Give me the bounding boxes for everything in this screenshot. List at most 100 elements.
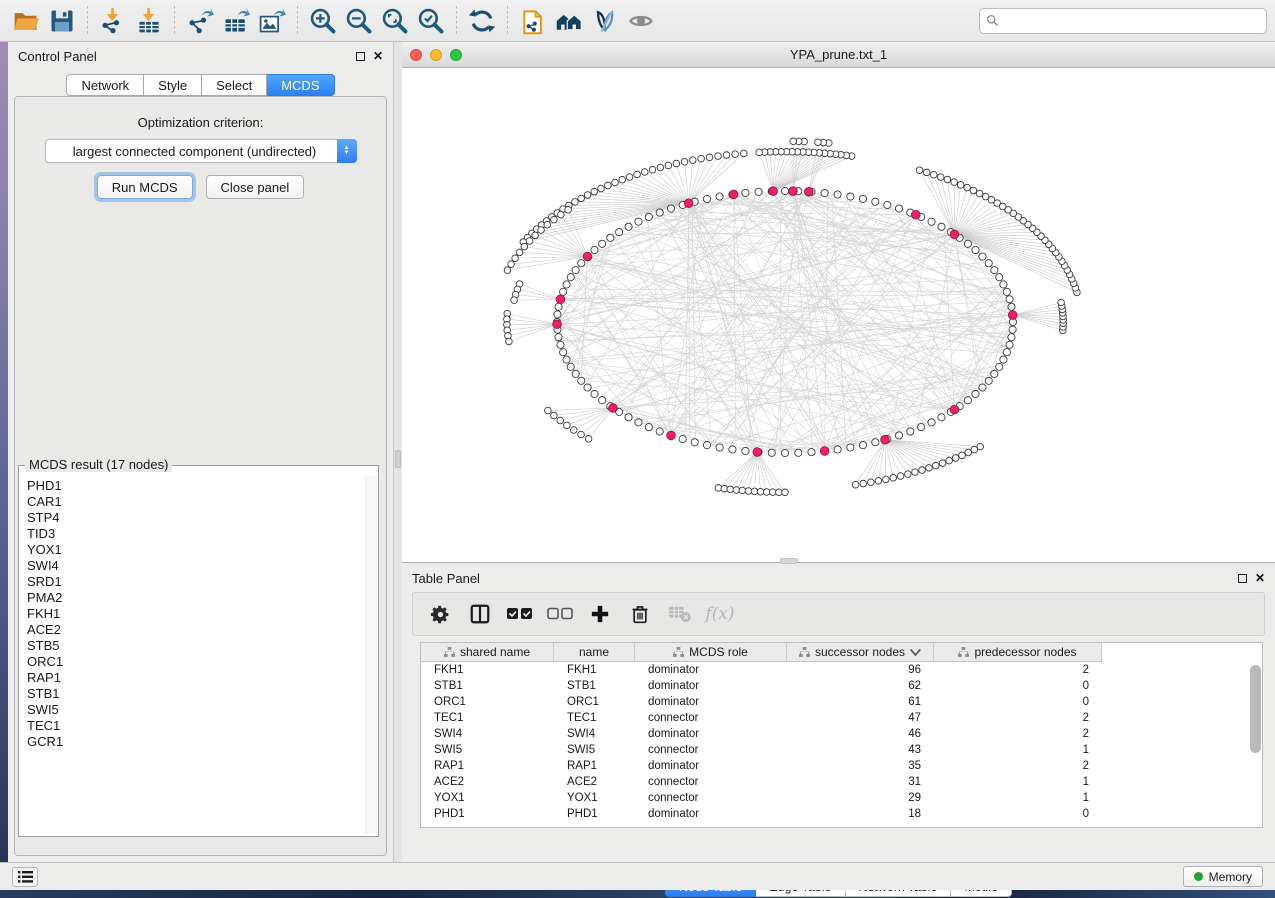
import-network-button[interactable] (95, 4, 131, 38)
houses-icon (555, 7, 583, 35)
export-network-button[interactable] (182, 4, 218, 38)
network-graph[interactable] (402, 68, 1275, 562)
zoom-selected-button[interactable] (413, 4, 449, 38)
tab-mcds[interactable]: MCDS (267, 74, 334, 96)
mcds-result-item[interactable]: YOX1 (27, 542, 364, 558)
show-hide-panels-button[interactable] (623, 4, 659, 38)
table-cell: YOX1 (421, 792, 554, 804)
tab-select[interactable]: Select (202, 74, 267, 96)
close-panel-icon[interactable]: ✕ (373, 50, 383, 62)
mcds-list-scrollbar[interactable] (365, 476, 377, 834)
home-button[interactable] (551, 4, 587, 38)
table-row[interactable]: ORC1ORC1dominator610 (421, 694, 1249, 710)
column-header-successor-nodes[interactable]: successor nodes (787, 643, 934, 662)
table-cell: 0 (934, 808, 1102, 820)
save-session-button[interactable] (44, 4, 80, 38)
mcds-result-item[interactable]: SWI4 (27, 558, 364, 574)
column-header-MCDS-role[interactable]: MCDS role (635, 643, 787, 662)
memory-button[interactable]: Memory (1183, 866, 1263, 887)
delete-columns-button[interactable] (627, 601, 653, 627)
function-builder-button[interactable]: f(x) (707, 601, 733, 627)
mcds-result-item[interactable]: PHD1 (27, 478, 364, 494)
mcds-result-item[interactable]: SRD1 (27, 574, 364, 590)
run-mcds-button[interactable]: Run MCDS (97, 175, 193, 199)
table-row[interactable]: RAP1RAP1dominator352 (421, 758, 1249, 774)
open-session-button[interactable] (8, 4, 44, 38)
visual-styles-button[interactable] (587, 4, 623, 38)
dropdown-stepper-icon: ▲▼ (337, 139, 357, 163)
table-cell: 96 (787, 664, 934, 676)
mcds-result-list[interactable]: PHD1CAR1STP4TID3YOX1SWI4SRD1PMA2FKH1ACE2… (20, 476, 364, 835)
export-table-button[interactable] (218, 4, 254, 38)
apply-layout-button[interactable] (464, 4, 500, 38)
table-cell: 62 (787, 680, 934, 692)
close-panel-icon[interactable]: ✕ (1255, 572, 1265, 584)
column-header-predecessor-nodes[interactable]: predecessor nodes (934, 643, 1102, 662)
column-type-icon (958, 647, 969, 658)
float-panel-icon[interactable] (1238, 574, 1247, 583)
splitter-grip[interactable] (395, 450, 401, 468)
table-row[interactable]: TEC1TEC1connector472 (421, 710, 1249, 726)
new-network-from-selection-button[interactable] (515, 4, 551, 38)
table-cell: dominator (635, 808, 787, 820)
mcds-result-item[interactable]: RAP1 (27, 670, 364, 686)
close-panel-button[interactable]: Close panel (206, 175, 305, 199)
task-history-button[interactable] (12, 867, 38, 887)
create-column-button[interactable] (587, 601, 613, 627)
zoom-out-button[interactable] (341, 4, 377, 38)
table-scrollbar-thumb[interactable] (1250, 665, 1261, 753)
table-row[interactable]: FKH1FKH1dominator962 (421, 662, 1249, 678)
table-row[interactable]: ACE2ACE2connector311 (421, 774, 1249, 790)
criterion-dropdown[interactable]: largest connected component (undirected)… (45, 139, 357, 163)
mcds-result-item[interactable]: ACE2 (27, 622, 364, 638)
table-row[interactable]: PHD1PHD1dominator180 (421, 806, 1249, 822)
deselect-all-columns-button[interactable] (547, 601, 573, 627)
table-cell: TEC1 (421, 712, 554, 724)
zoom-in-button[interactable] (305, 4, 341, 38)
delete-table-button[interactable] (667, 601, 693, 627)
table-cell: connector (635, 744, 787, 756)
save-icon (48, 7, 76, 35)
node-table: shared namenameMCDS rolesuccessor nodesp… (420, 642, 1263, 828)
mcds-result-item[interactable]: STB1 (27, 686, 364, 702)
table-row[interactable]: STB1STB1dominator620 (421, 678, 1249, 694)
mcds-result-item[interactable]: TEC1 (27, 718, 364, 734)
table-cell: 31 (787, 776, 934, 788)
column-header-name[interactable]: name (554, 643, 635, 662)
optimization-criterion-label: Optimization criterion: (15, 115, 386, 130)
zoom-fit-button[interactable] (377, 4, 413, 38)
table-header-row: shared namenameMCDS rolesuccessor nodesp… (421, 643, 1262, 662)
search-box[interactable] (979, 8, 1267, 34)
vertical-splitter[interactable] (394, 42, 402, 862)
mcds-result-item[interactable]: STB5 (27, 638, 364, 654)
mcds-result-item[interactable]: GCR1 (27, 734, 364, 750)
mcds-result-item[interactable]: PMA2 (27, 590, 364, 606)
column-type-icon (799, 647, 810, 658)
float-panel-icon[interactable] (356, 52, 365, 61)
show-columns-button[interactable] (467, 601, 493, 627)
network-window-titlebar[interactable]: YPA_prune.txt_1 (402, 42, 1275, 68)
mcds-result-item[interactable]: SWI5 (27, 702, 364, 718)
mcds-result-item[interactable]: CAR1 (27, 494, 364, 510)
export-image-button[interactable] (254, 4, 290, 38)
table-options-button[interactable] (427, 601, 453, 627)
table-cell: dominator (635, 760, 787, 772)
table-cell: connector (635, 776, 787, 788)
column-header-shared-name[interactable]: shared name (421, 643, 554, 662)
mcds-result-item[interactable]: STP4 (27, 510, 364, 526)
tab-style[interactable]: Style (144, 74, 202, 96)
mcds-result-item[interactable]: TID3 (27, 526, 364, 542)
search-input[interactable] (999, 14, 1260, 28)
network-view-window: YPA_prune.txt_1 (402, 42, 1275, 563)
tab-network[interactable]: Network (66, 74, 144, 96)
mcds-result-item[interactable]: FKH1 (27, 606, 364, 622)
import-table-button[interactable] (131, 4, 167, 38)
table-row[interactable]: YOX1YOX1connector291 (421, 790, 1249, 806)
mcds-result-item[interactable]: ORC1 (27, 654, 364, 670)
table-cell: YOX1 (554, 792, 635, 804)
table-cell: 2 (934, 760, 1102, 772)
table-row[interactable]: SWI5SWI5connector431 (421, 742, 1249, 758)
table-cell: connector (635, 792, 787, 804)
select-all-columns-button[interactable] (507, 601, 533, 627)
table-row[interactable]: SWI4SWI4dominator462 (421, 726, 1249, 742)
